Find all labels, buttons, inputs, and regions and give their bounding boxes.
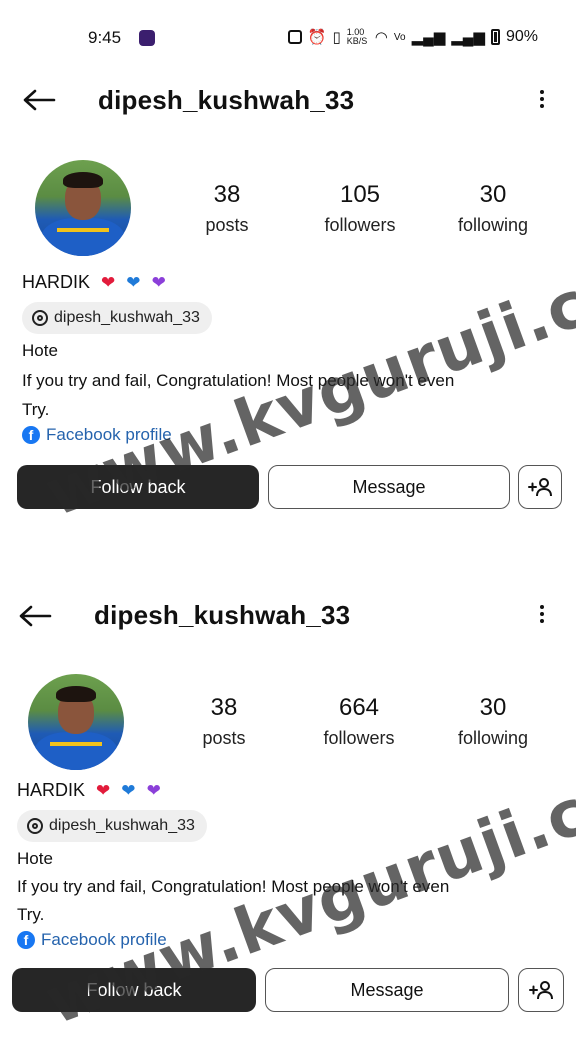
facebook-link-text: Facebook profile (41, 930, 167, 949)
following-label: following (457, 215, 529, 235)
header-username: dipesh_kushwah_33 (98, 85, 355, 115)
following-count: 30 (479, 694, 507, 721)
display-name-row: HARDIK ❤ ❤ ❤ (17, 780, 161, 801)
profile-screen-2: dipesh_kushwah_33 38 posts 664 followers… (0, 512, 576, 1024)
followers-count: 105 (339, 181, 381, 208)
followers-label: followers (324, 215, 396, 235)
stat-posts[interactable]: 38 posts (172, 181, 282, 236)
add-person-icon (529, 981, 553, 1000)
facebook-link-text: Facebook profile (46, 425, 172, 444)
stat-followers[interactable]: 105 followers (305, 181, 415, 236)
stat-posts[interactable]: 38 posts (169, 694, 279, 749)
threads-icon (32, 310, 48, 326)
message-button[interactable]: Message (268, 465, 510, 509)
purple-heart-icon: ❤ (151, 273, 166, 292)
bio-line-2: If you try and fail, Congratulation! Mos… (17, 877, 450, 896)
blue-heart-icon: ❤ (126, 273, 141, 292)
facebook-profile-link[interactable]: f Facebook profile (22, 425, 172, 445)
bio-line-3: Try. (17, 905, 45, 924)
posts-label: posts (205, 215, 249, 235)
threads-handle: dipesh_kushwah_33 (54, 309, 200, 326)
facebook-icon: f (22, 426, 40, 444)
suggest-user-button[interactable] (518, 465, 562, 509)
threads-handle: dipesh_kushwah_33 (49, 817, 195, 834)
stat-following[interactable]: 30 following (438, 694, 548, 749)
followers-label: followers (323, 728, 395, 748)
bio-line-1: Hote (22, 341, 58, 360)
message-button[interactable]: Message (265, 968, 509, 1012)
facebook-profile-link[interactable]: f Facebook profile (17, 930, 167, 950)
follow-back-button[interactable]: Follow back (17, 465, 259, 509)
follow-back-button[interactable]: Follow back (12, 968, 256, 1012)
back-arrow-icon (23, 89, 56, 111)
purple-heart-icon: ❤ (146, 781, 161, 800)
back-arrow-icon (19, 605, 52, 627)
back-button[interactable] (22, 88, 56, 112)
suggest-user-button[interactable] (518, 968, 564, 1012)
threads-badge[interactable]: dipesh_kushwah_33 (17, 810, 207, 842)
posts-label: posts (202, 728, 246, 748)
bio-line-1: Hote (17, 849, 53, 868)
avatar[interactable] (35, 160, 131, 256)
threads-icon (27, 818, 43, 834)
facebook-icon: f (17, 931, 35, 949)
add-person-icon (528, 478, 552, 497)
stat-followers[interactable]: 664 followers (304, 694, 414, 749)
more-options-icon[interactable] (538, 87, 546, 111)
stat-following[interactable]: 30 following (438, 181, 548, 236)
threads-badge[interactable]: dipesh_kushwah_33 (22, 302, 212, 334)
avatar[interactable] (28, 674, 124, 770)
following-label: following (457, 728, 529, 748)
bio-line-3: Try. (22, 400, 50, 419)
header-username: dipesh_kushwah_33 (94, 600, 351, 630)
blue-heart-icon: ❤ (121, 781, 136, 800)
profile-screen-1: dipesh_kushwah_33 38 posts 105 followers… (0, 0, 576, 512)
display-name: HARDIK (17, 780, 86, 800)
posts-count: 38 (210, 694, 238, 721)
posts-count: 38 (213, 181, 241, 208)
more-options-icon[interactable] (538, 602, 546, 626)
red-heart-icon: ❤ (101, 273, 116, 292)
back-button[interactable] (18, 604, 52, 628)
followers-count: 664 (338, 694, 380, 721)
display-name: HARDIK (22, 272, 91, 292)
following-count: 30 (479, 181, 507, 208)
bio-line-2: If you try and fail, Congratulation! Mos… (22, 371, 455, 390)
display-name-row: HARDIK ❤ ❤ ❤ (22, 272, 166, 293)
red-heart-icon: ❤ (96, 781, 111, 800)
